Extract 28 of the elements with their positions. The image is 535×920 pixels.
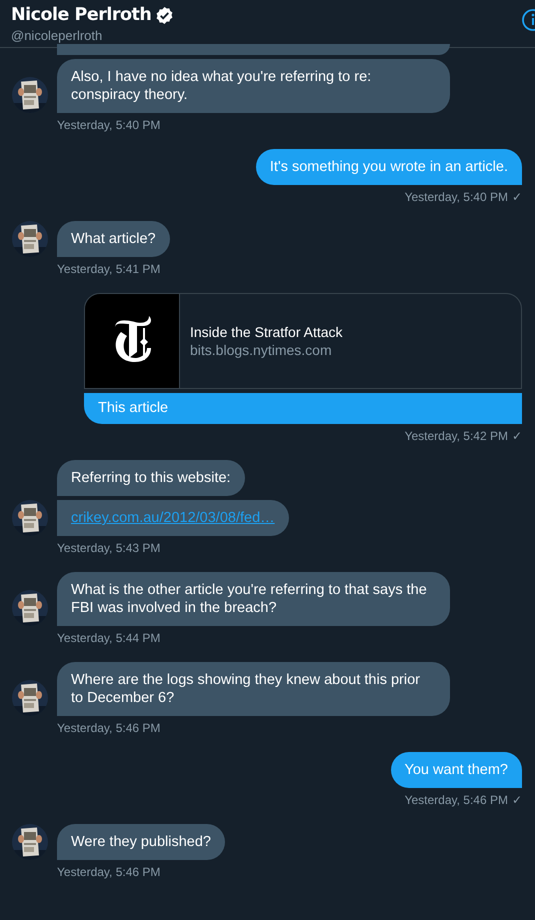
message-timestamp: Yesterday, 5:46 PM	[404, 793, 508, 807]
message-bubble: Also, I have no idea what you're referring to re: conspiracy theory.	[57, 59, 450, 113]
card-domain: bits.blogs.nytimes.com	[190, 342, 333, 358]
message-bubble: It's something you wrote in an article.	[256, 149, 522, 185]
message-bubble: What is the other article you're referring to that says the FBI was involved in the breach?	[57, 572, 450, 626]
read-receipt: ✓	[512, 429, 522, 443]
message-timestamp: Yesterday, 5:43 PM	[57, 541, 160, 555]
read-receipt: ✓	[512, 190, 522, 204]
message-bubble: You want them?	[390, 752, 522, 788]
message-bubble: Were they published?	[57, 824, 225, 860]
verified-badge-icon	[155, 6, 174, 24]
contact-name: Nicole Perlroth	[11, 4, 152, 26]
read-receipt: ✓	[512, 793, 522, 807]
message-timestamp: Yesterday, 5:44 PM	[57, 631, 160, 645]
message-timestamp: Yesterday, 5:46 PM	[57, 865, 160, 879]
message-bubble: Where are the logs showing they knew about this prior to December 6?	[57, 662, 450, 716]
link-card[interactable]: Inside the Stratfor Attack bits.blogs.nytimes.com	[84, 293, 522, 389]
card-title: Inside the Stratfor Attack	[190, 324, 343, 340]
message-bubble: This article	[84, 393, 522, 424]
message-timestamp: Yesterday, 5:46 PM	[57, 721, 160, 735]
message-bubble: Referring to this website:	[57, 460, 245, 496]
message-timestamp: Yesterday, 5:40 PM	[57, 118, 160, 132]
message-bubble: What article?	[57, 221, 170, 257]
message-timestamp: Yesterday, 5:41 PM	[57, 262, 160, 276]
info-icon[interactable]	[521, 8, 535, 32]
message-timestamp: Yesterday, 5:40 PM	[404, 190, 508, 204]
contact-handle: @nicoleperlroth	[11, 28, 104, 43]
message-timestamp: Yesterday, 5:42 PM	[404, 429, 508, 443]
